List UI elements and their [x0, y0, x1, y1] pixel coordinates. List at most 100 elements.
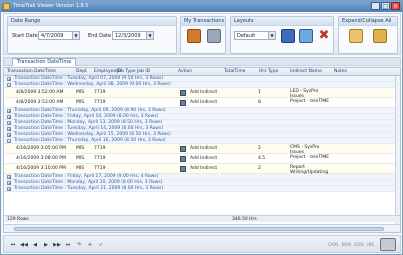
- cell-action: Add Indirect: [190, 90, 218, 95]
- title-bar: TimeTrak Viewer Version 1.8.5 _ □ ×: [1, 1, 402, 12]
- collapse-icon[interactable]: –: [7, 139, 11, 144]
- expand-icon[interactable]: +: [7, 127, 11, 132]
- start-date-label: Start Date: [12, 33, 38, 39]
- group-row[interactable]: + Transaction DateTime : Tuesday, April 2…: [4, 186, 400, 192]
- add-indirect-icon[interactable]: [180, 100, 186, 106]
- expand-icon[interactable]: +: [7, 187, 11, 192]
- cell-total-time: 1: [258, 90, 261, 95]
- add-indirect-icon[interactable]: [180, 146, 186, 152]
- add-indirect-icon[interactable]: [180, 156, 186, 162]
- layout-select[interactable]: Default ▼: [234, 31, 276, 40]
- table-row[interactable]: 4/16/2009 3:10:00 PM MIS 7719 Add Indirect 2…: [4, 164, 400, 175]
- table-row[interactable]: 4/8/2009 3:52:00 AM MIS 7719 Add Indirect 1 L…: [4, 88, 400, 99]
- column-header-total-time[interactable]: TotalTime: [224, 69, 246, 74]
- toolbar: Date Range Start Date 4/7/2009 ▼ End Dat…: [3, 13, 401, 55]
- expand-icon[interactable]: +: [7, 181, 11, 186]
- status-bar: ⏮ ◀◀ ◀ ▶ ▶▶ ⏭ ↷ + ✓ CAPS NUM SCRL INS: [3, 235, 401, 253]
- table-row[interactable]: 4/16/2009 3:05:00 PM MIS 7719 Add Indirect 2…: [4, 144, 400, 155]
- start-date-field[interactable]: 4/7/2009 ▼: [38, 31, 80, 40]
- vertical-scrollbar[interactable]: [395, 76, 400, 224]
- expand-icon[interactable]: +: [7, 77, 11, 82]
- end-date-label: End Date: [88, 33, 112, 39]
- transactions-grid: Transaction DateTime Dept EmployeeID Job…: [3, 67, 401, 233]
- cell-total-time: 2: [258, 146, 261, 151]
- nav-button-icon[interactable]: ▶: [42, 241, 50, 249]
- nav-button-icon[interactable]: ◀: [31, 241, 39, 249]
- cell-dept: MIS: [76, 166, 85, 171]
- expand-icon[interactable]: +: [7, 175, 11, 180]
- date-range-title: Date Range: [8, 17, 176, 26]
- cell-employee: 7719: [94, 100, 106, 105]
- scrollbar-thumb[interactable]: [14, 227, 384, 231]
- nav-button-icon[interactable]: ▶▶: [53, 241, 61, 249]
- print-icon[interactable]: [187, 29, 201, 43]
- cell-employee: 7719: [94, 90, 106, 95]
- collapse-icon[interactable]: –: [7, 83, 11, 88]
- expand-icon[interactable]: +: [7, 133, 11, 138]
- column-header-dept[interactable]: Dept: [76, 69, 87, 74]
- tab-transaction-datetime[interactable]: Transaction DateTime: [12, 58, 77, 66]
- nav-button-icon[interactable]: ⏮: [9, 241, 17, 249]
- horizontal-scrollbar[interactable]: [4, 224, 400, 232]
- cell-datetime: 4/8/2009 3:53:00 AM: [16, 100, 64, 105]
- expand-collapse-title: Expand/Collapse All: [339, 17, 397, 26]
- app-window: TimeTrak Viewer Version 1.8.5 _ □ × Date…: [0, 0, 403, 255]
- cell-dept: MIS: [76, 156, 85, 161]
- window-controls: _ □ ×: [371, 2, 400, 10]
- expand-icon[interactable]: +: [7, 115, 11, 120]
- nav-button-icon[interactable]: +: [86, 241, 94, 249]
- column-header-job-type[interactable]: Job Type: [117, 69, 136, 74]
- nav-button-icon[interactable]: ✓: [97, 241, 105, 249]
- printer-icon[interactable]: [380, 238, 396, 251]
- expand-icon[interactable]: +: [7, 109, 11, 114]
- column-header-notes[interactable]: Notes: [334, 69, 347, 74]
- app-icon: [3, 3, 10, 10]
- cell-dept: MIS: [76, 146, 85, 151]
- expand-all-icon[interactable]: [349, 29, 363, 43]
- column-header-datetime[interactable]: Transaction DateTime: [7, 69, 56, 74]
- grid-header: Transaction DateTime Dept EmployeeID Job…: [4, 68, 400, 76]
- total-hours: 346.50 Hrs: [232, 217, 257, 222]
- collapse-all-icon[interactable]: [373, 29, 387, 43]
- table-row[interactable]: 4/8/2009 3:53:00 AM MIS 7719 Add Indirect 8 P…: [4, 98, 400, 108]
- cell-employee: 7719: [94, 166, 106, 171]
- layouts-group: Layouts Default ▼ ✖: [230, 16, 334, 54]
- layouts-title: Layouts: [231, 17, 333, 26]
- date-range-group: Date Range Start Date 4/7/2009 ▼ End Dat…: [7, 16, 177, 54]
- chevron-down-icon[interactable]: ▼: [72, 32, 79, 39]
- add-indirect-icon[interactable]: [180, 90, 186, 96]
- minimize-button[interactable]: _: [371, 2, 380, 10]
- export-icon[interactable]: [207, 29, 221, 43]
- maximize-button[interactable]: □: [381, 2, 390, 10]
- chevron-down-icon[interactable]: ▼: [146, 32, 153, 39]
- delete-layout-icon[interactable]: ✖: [317, 29, 331, 43]
- my-transactions-title: My Transactions: [181, 17, 225, 26]
- expand-collapse-group: Expand/Collapse All: [338, 16, 398, 54]
- column-header-job-id[interactable]: Job ID: [137, 69, 150, 74]
- nav-button-icon[interactable]: ↷: [75, 241, 83, 249]
- cell-datetime: 4/16/2009 3:08:00 PM: [16, 156, 66, 161]
- table-row[interactable]: 4/16/2009 3:08:00 PM MIS 7719 Add Indirect 4…: [4, 154, 400, 164]
- edit-layout-icon[interactable]: [299, 29, 313, 43]
- group-by-bar: Transaction DateTime: [3, 57, 401, 66]
- grid-rows: + Transaction DateTime : Tuesday, April 0…: [4, 76, 400, 192]
- my-transactions-group: My Transactions: [180, 16, 226, 54]
- keyboard-status: CAPS NUM SCRL INS: [328, 242, 374, 247]
- cell-indirect-name: Project - mieTIME: [290, 99, 330, 104]
- column-header-action[interactable]: Action: [178, 69, 192, 74]
- end-date-field[interactable]: 12/3/2009 ▼: [112, 31, 154, 40]
- add-indirect-icon[interactable]: [180, 166, 186, 172]
- nav-button-icon[interactable]: ◀◀: [20, 241, 28, 249]
- cell-action: Add Indirect: [190, 156, 218, 161]
- column-header-hrs-type[interactable]: Hrs Type: [259, 69, 278, 74]
- column-header-indirect-name[interactable]: Indirect Name: [290, 69, 322, 74]
- expand-icon[interactable]: +: [7, 121, 11, 126]
- total-rows-count: 129 Rows: [7, 217, 29, 222]
- cell-action: Add Indirect: [190, 100, 218, 105]
- save-layout-icon[interactable]: [281, 29, 295, 43]
- chevron-down-icon[interactable]: ▼: [268, 32, 275, 39]
- nav-button-icon[interactable]: ⏭: [64, 241, 72, 249]
- cell-dept: MIS: [76, 100, 85, 105]
- status-key: INS: [367, 242, 374, 247]
- close-button[interactable]: ×: [391, 2, 400, 10]
